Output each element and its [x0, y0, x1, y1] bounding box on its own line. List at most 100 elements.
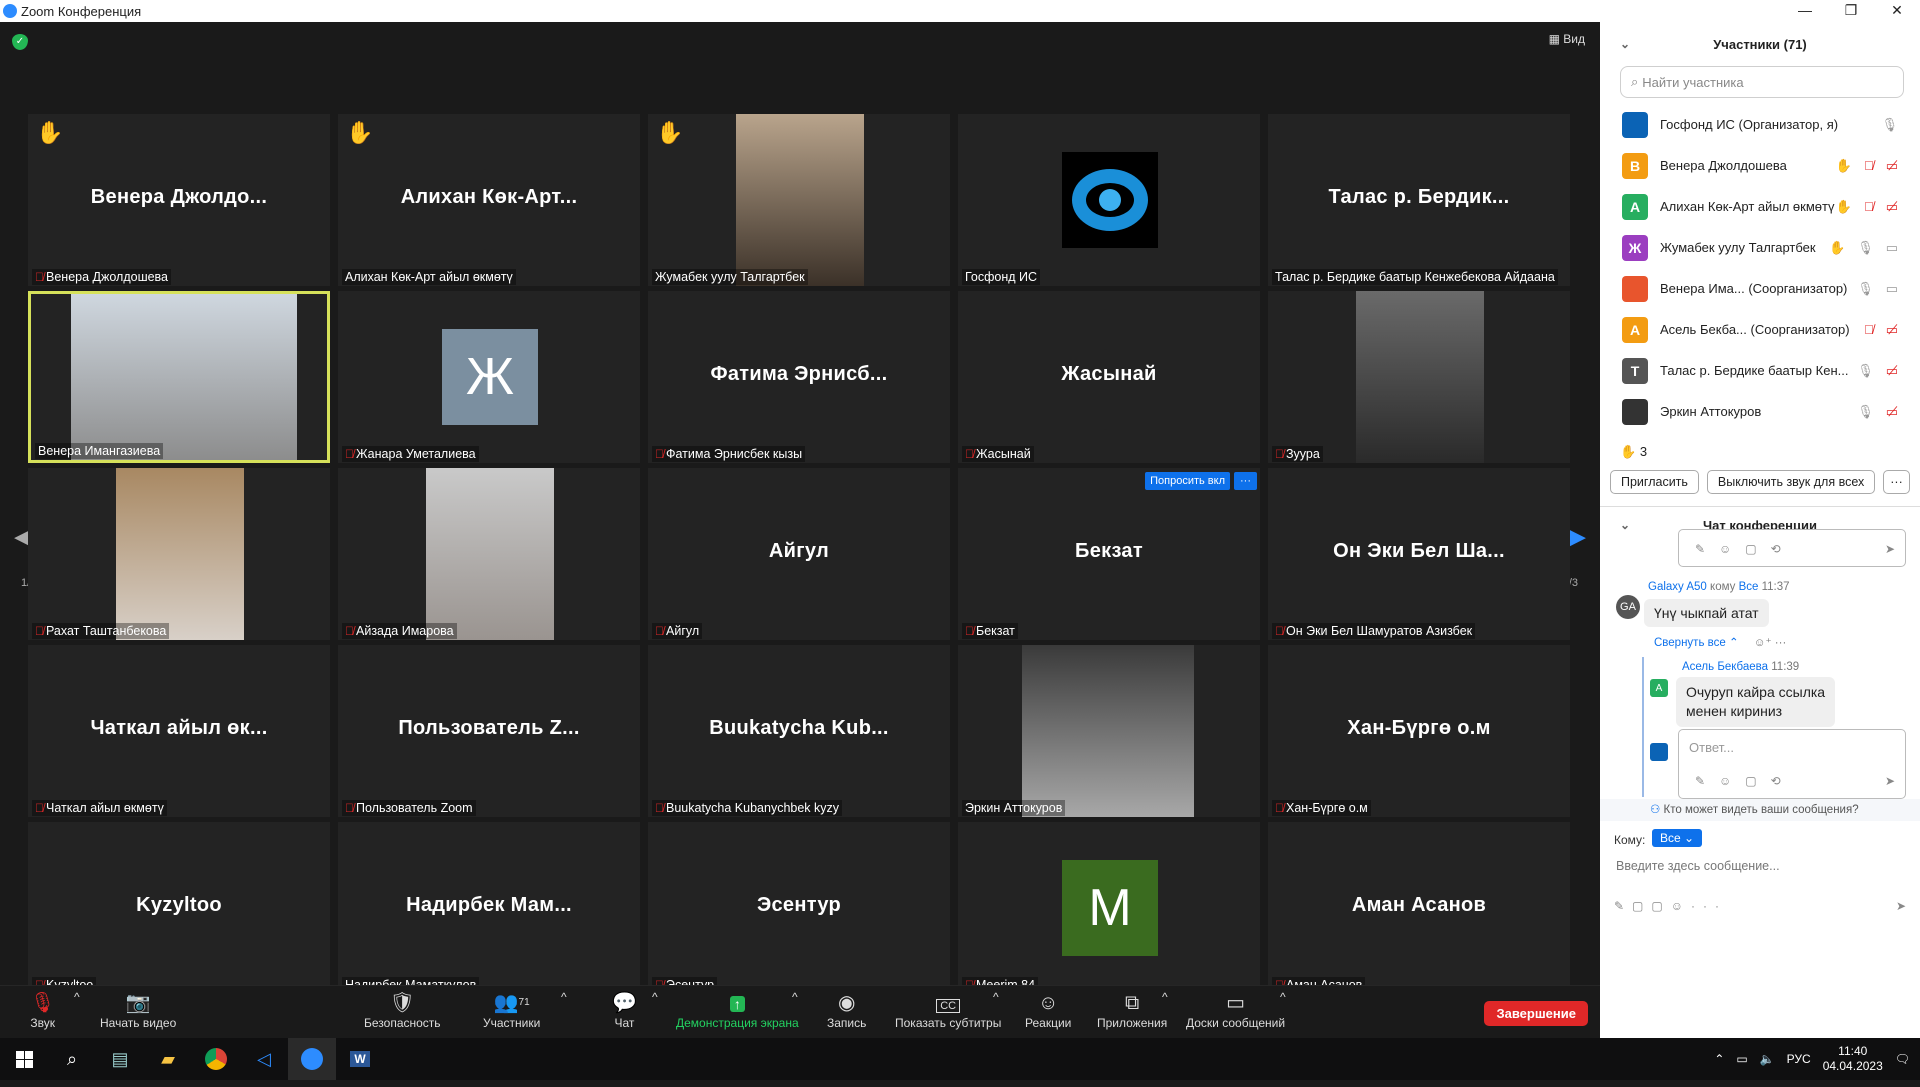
video-tile[interactable]: Хан-Бүргө о.м🎙̸Хан-Бүргө о.м — [1268, 645, 1570, 817]
video-icon[interactable]: ▭ — [1886, 240, 1898, 256]
video-tile[interactable]: Жасынай🎙̸Жасынай — [958, 291, 1260, 463]
video-off-icon[interactable]: ▭̸ — [1886, 158, 1898, 174]
raised-hand-icon[interactable]: ✋ — [1836, 158, 1852, 174]
volume-icon[interactable]: 🔈 — [1760, 1052, 1775, 1066]
tray-chevron-icon[interactable]: ⌃ — [1714, 1052, 1724, 1066]
file-explorer-icon[interactable]: ▰ — [144, 1038, 192, 1080]
video-tile[interactable]: ✋Алихан Көк-Арт...Алихан Көк-Арт айыл өк… — [338, 114, 640, 286]
word-icon[interactable]: W — [336, 1038, 384, 1080]
invite-button[interactable]: Пригласить — [1610, 470, 1699, 494]
security-button[interactable]: 🛡Безопасность — [364, 990, 441, 1030]
mic-icon[interactable]: 🎙 — [1881, 117, 1898, 133]
mute-all-button[interactable]: Выключить звук для всех — [1707, 470, 1875, 494]
video-tile[interactable]: M🎙̸Meerim 84 — [958, 822, 1260, 994]
video-tile[interactable]: Талас р. Бердик...Талас р. Бердике бааты… — [1268, 114, 1570, 286]
restore-button[interactable]: ❐ — [1828, 0, 1874, 22]
collapse-chevron-icon[interactable]: ⌄ — [1620, 37, 1630, 51]
close-button[interactable]: ✕ — [1874, 0, 1920, 22]
video-tile[interactable]: ✋Венера Джолдо...🎙̸Венера Джолдошева — [28, 114, 330, 286]
video-tile[interactable]: Венера Имангазиева — [28, 291, 330, 463]
video-tile[interactable]: Чаткал айыл өк...🎙̸Чаткал айыл өкмөтү — [28, 645, 330, 817]
participant-row[interactable]: Эркин Аттокуров🎙▭̸ — [1600, 391, 1920, 432]
reactions-button[interactable]: ☺Реакции — [1025, 990, 1071, 1030]
notification-icon[interactable]: 🗨 — [1895, 1052, 1910, 1066]
video-tile[interactable]: Эркин Аттокуров — [958, 645, 1260, 817]
zoom-taskbar-icon[interactable] — [288, 1038, 336, 1080]
share-screen-button[interactable]: ↑Демонстрация экрана — [676, 990, 799, 1030]
participant-row[interactable]: ААсель Бекба... (Соорганизатор)🎙̸▭̸ — [1600, 309, 1920, 350]
network-icon[interactable]: ▭ — [1736, 1052, 1747, 1066]
video-tile[interactable]: ✋Жумабек уулу Талгартбек — [648, 114, 950, 286]
participant-row[interactable]: ААлихан Көк-Арт айыл өкмөтү✋🎙̸▭̸ — [1600, 186, 1920, 227]
video-off-icon[interactable]: ▭̸ — [1886, 404, 1898, 420]
muted-mic-icon[interactable]: 🎙̸ — [1864, 322, 1874, 338]
apps-caret-icon[interactable]: ^ — [1162, 990, 1168, 1004]
more-options-button[interactable]: ··· — [1883, 470, 1910, 494]
video-tile[interactable]: Он Эки Бел Ша...🎙̸Он Эки Бел Шамуратов А… — [1268, 468, 1570, 640]
who-can-see-link[interactable]: ⚇ Кто может видеть ваши сообщения? — [1600, 799, 1920, 821]
mic-icon[interactable]: 🎙 — [1857, 404, 1874, 420]
muted-mic-icon[interactable]: 🎙̸ — [1864, 158, 1874, 174]
video-tile[interactable]: Ж🎙̸Жанара Уметалиева — [338, 291, 640, 463]
participant-row[interactable]: ЖЖумабек уулу Талгартбек✋🎙▭ — [1600, 227, 1920, 268]
participant-row[interactable]: ВВенера Джолдошева✋🎙̸▭̸ — [1600, 145, 1920, 186]
participant-search-input[interactable]: ⌕ Найти участника — [1620, 66, 1904, 98]
recipient-dropdown[interactable]: Все ⌄ — [1652, 829, 1702, 847]
video-tile[interactable]: Фатима Эрнисб...🎙̸Фатима Эрнисбек кызы — [648, 291, 950, 463]
captions-caret-icon[interactable]: ^ — [993, 990, 999, 1004]
video-icon[interactable]: ▭ — [1886, 281, 1898, 297]
chat-button[interactable]: 💬Чат — [612, 990, 637, 1030]
participants-caret-icon[interactable]: ^ — [561, 990, 567, 1004]
vscode-icon[interactable]: ◁ — [240, 1038, 288, 1080]
ask-to-unmute-button[interactable]: Попросить вкл — [1145, 472, 1230, 490]
video-tile[interactable]: Kyzyltoo🎙̸Kyzyltoo — [28, 822, 330, 994]
record-button[interactable]: ◉Запись — [827, 990, 866, 1030]
video-tile[interactable]: 🎙̸Рахат Таштанбекова — [28, 468, 330, 640]
chat-collapse-chevron-icon[interactable]: ⌄ — [1620, 518, 1630, 532]
video-tile[interactable]: Госфонд ИС — [958, 114, 1260, 286]
start-video-button[interactable]: 📷Начать видео — [100, 990, 176, 1030]
security-shield-icon[interactable]: ✓ — [12, 34, 28, 50]
file-viewer-icon[interactable]: ▤ — [96, 1038, 144, 1080]
collapse-thread-button[interactable]: Свернуть все ⌃ ☺⁺ ··· — [1654, 635, 1786, 649]
chat-caret-icon[interactable]: ^ — [652, 990, 658, 1004]
chrome-icon[interactable] — [192, 1038, 240, 1080]
captions-button[interactable]: CCПоказать субтитры — [895, 990, 1001, 1030]
end-meeting-button[interactable]: Завершение — [1484, 1001, 1588, 1026]
previous-reply-box[interactable]: ✎☺▢⟲ ➤ — [1678, 529, 1906, 567]
view-button[interactable]: ▦ Вид — [1549, 32, 1585, 46]
video-tile[interactable]: 🎙̸Зуура — [1268, 291, 1570, 463]
video-tile[interactable]: Надирбек Мам...Надирбек Маматкулов — [338, 822, 640, 994]
whiteboards-button[interactable]: ▭Доски сообщений — [1186, 990, 1285, 1030]
audio-options-caret-icon[interactable]: ^ — [74, 990, 80, 1004]
video-tile[interactable]: Айгул🎙̸Айгул — [648, 468, 950, 640]
mic-icon[interactable]: 🎙 — [1857, 363, 1874, 379]
chat-send-icon[interactable]: ➤ — [1896, 899, 1906, 913]
muted-mic-icon[interactable]: 🎙̸ — [1864, 199, 1874, 215]
video-off-icon[interactable]: ▭̸ — [1886, 363, 1898, 379]
mic-icon[interactable]: 🎙 — [1857, 240, 1874, 256]
reply-send-icon[interactable]: ➤ — [1885, 774, 1895, 788]
raised-hand-icon[interactable]: ✋ — [1836, 199, 1852, 215]
participant-row[interactable]: Венера Има... (Соорганизатор)🎙▭ — [1600, 268, 1920, 309]
video-off-icon[interactable]: ▭̸ — [1886, 199, 1898, 215]
video-tile[interactable]: 🎙̸Айзада Имарова — [338, 468, 640, 640]
video-tile[interactable]: Пользователь Z...🎙̸Пользователь Zoom — [338, 645, 640, 817]
mic-icon[interactable]: 🎙 — [1857, 281, 1874, 297]
language-indicator[interactable]: РУС — [1787, 1052, 1811, 1066]
send-icon[interactable]: ➤ — [1885, 542, 1895, 556]
clock[interactable]: 11:4004.04.2023 — [1823, 1044, 1883, 1074]
tile-more-button[interactable]: ··· — [1234, 472, 1257, 490]
video-tile[interactable]: Аман Асанов🎙̸Аман Асанов — [1268, 822, 1570, 994]
search-taskbar-icon[interactable]: ⌕ — [48, 1038, 96, 1080]
chat-format-icons[interactable]: ✎▢▢☺··· — [1614, 899, 1727, 913]
apps-button[interactable]: ⧉Приложения — [1097, 990, 1167, 1030]
participants-button[interactable]: 👥71Участники — [483, 990, 540, 1030]
video-tile[interactable]: БекзатПопросить вкл···🎙̸Бекзат — [958, 468, 1260, 640]
raised-hand-icon[interactable]: ✋ — [1829, 240, 1845, 256]
participant-row[interactable]: Госфонд ИС (Организатор, я)🎙 — [1600, 104, 1920, 145]
whiteboards-caret-icon[interactable]: ^ — [1280, 990, 1286, 1004]
share-caret-icon[interactable]: ^ — [792, 990, 798, 1004]
audio-button[interactable]: 🎙Звук — [30, 990, 55, 1030]
minimize-button[interactable]: — — [1782, 0, 1828, 22]
